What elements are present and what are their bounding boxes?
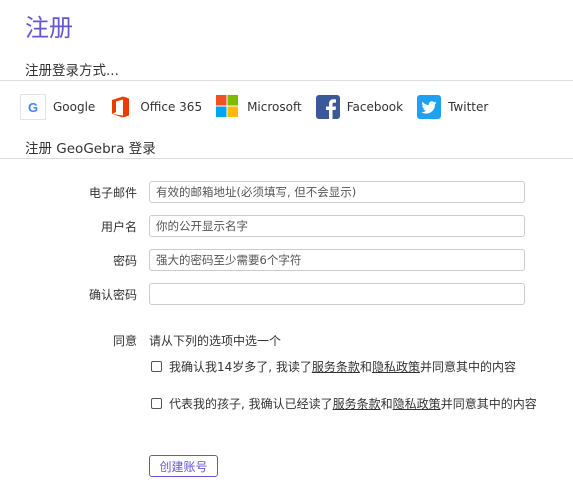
- email-label: 电子邮件: [88, 186, 137, 200]
- page-title: 注册: [25, 14, 73, 42]
- terms-link[interactable]: 服务条款: [333, 395, 381, 412]
- option-text: 代表我的孩子, 我确认已经读了: [169, 397, 333, 411]
- create-account-button[interactable]: 创建账号: [149, 455, 218, 477]
- age-consent-checkbox[interactable]: [151, 361, 162, 372]
- geogebra-section-title: 注册 GeoGebra 登录: [25, 141, 156, 157]
- username-field[interactable]: [149, 215, 525, 237]
- privacy-link[interactable]: 隐私政策: [372, 358, 420, 375]
- age-consent-option[interactable]: 我确认我14岁多了, 我读了 服务条款和隐私政策 并同意其中的内容: [151, 358, 516, 375]
- option-text: 我确认我14岁多了, 我读了: [169, 360, 312, 374]
- username-label: 用户名: [100, 220, 137, 234]
- confirm-password-field[interactable]: [149, 283, 525, 305]
- username-row: 用户名: [0, 215, 573, 237]
- providers-section-header: 注册登录方式...: [0, 56, 573, 81]
- provider-label: Microsoft: [247, 100, 302, 114]
- email-row: 电子邮件: [0, 181, 573, 203]
- provider-label: Facebook: [346, 100, 404, 114]
- confirm-password-label: 确认密码: [88, 288, 137, 302]
- option-text: 并同意其中的内容: [440, 397, 537, 411]
- child-consent-option[interactable]: 代表我的孩子, 我确认已经读了 服务条款和隐私政策 并同意其中的内容: [151, 395, 537, 412]
- google-login-button[interactable]: G Google: [20, 94, 95, 120]
- provider-list: G Google Office 365 Microsoft Facebook T…: [20, 92, 502, 122]
- terms-link[interactable]: 服务条款: [312, 358, 360, 375]
- child-consent-checkbox[interactable]: [151, 398, 162, 409]
- facebook-icon: [315, 95, 340, 119]
- agree-hint: 请从下列的选项中选一个: [149, 334, 282, 348]
- facebook-login-button[interactable]: Facebook: [315, 95, 404, 119]
- confirm-password-row: 确认密码: [0, 283, 573, 305]
- office365-icon: [109, 95, 133, 119]
- email-field[interactable]: [149, 181, 525, 203]
- microsoft-icon: [216, 95, 240, 119]
- provider-label: Office 365: [140, 100, 203, 114]
- geogebra-section-header: 注册 GeoGebra 登录: [0, 133, 573, 159]
- password-label: 密码: [112, 254, 137, 268]
- option-text: 和: [380, 397, 393, 411]
- twitter-login-button[interactable]: Twitter: [417, 95, 488, 119]
- privacy-link[interactable]: 隐私政策: [393, 395, 441, 412]
- password-field[interactable]: [149, 249, 525, 271]
- providers-section-title: 注册登录方式...: [25, 63, 119, 79]
- option-text: 和: [359, 360, 372, 374]
- password-row: 密码: [0, 249, 573, 271]
- office365-login-button[interactable]: Office 365: [109, 95, 202, 119]
- provider-label: Twitter: [448, 100, 489, 114]
- provider-label: Google: [53, 100, 96, 114]
- agree-label: 同意: [112, 334, 137, 348]
- option-text: 并同意其中的内容: [419, 360, 516, 374]
- google-icon: G: [20, 94, 46, 120]
- twitter-icon: [417, 95, 442, 119]
- microsoft-login-button[interactable]: Microsoft: [216, 95, 302, 119]
